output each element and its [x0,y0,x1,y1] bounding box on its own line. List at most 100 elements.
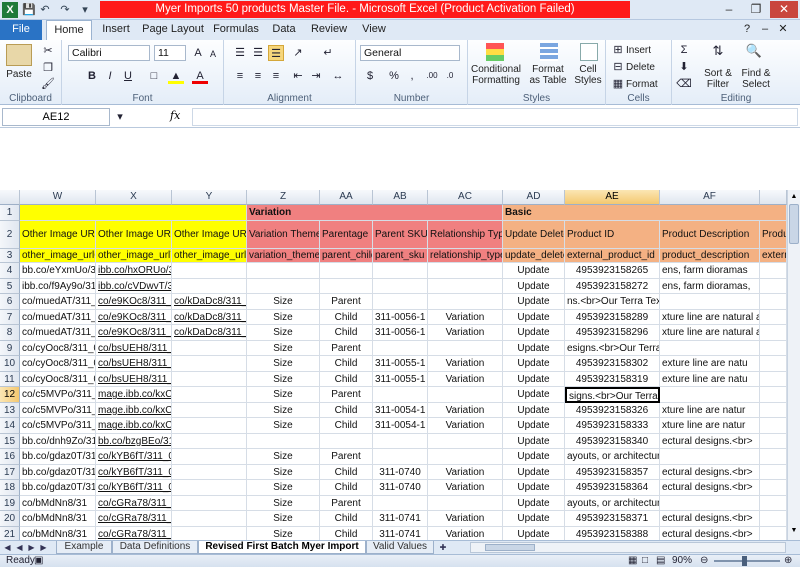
align-bottom-icon[interactable]: ☰ [268,45,284,61]
format-table-button[interactable]: Format as Table [526,64,570,86]
data-cell-ae[interactable]: 4953923158326 [565,402,660,418]
fill-color-icon[interactable]: ▲ [168,68,184,84]
data-cell-y[interactable] [172,511,247,527]
data-cell-x[interactable]: mage.ibb.co/kxCCWd/1.jpg [96,402,172,418]
data-cell-y[interactable] [172,464,247,480]
data-cell-y[interactable] [172,418,247,434]
data-cell-af[interactable] [660,387,760,403]
data-cell-ae[interactable]: ayouts, or architectural designs.<br>Our… [565,449,660,465]
row-header[interactable]: 9 [0,340,20,356]
name-box-dropdown-icon[interactable]: ▾ [112,109,128,125]
data-cell-z[interactable]: Size [247,340,320,356]
data-cell-af[interactable]: xture line are natur [660,402,760,418]
field-label-cell[interactable]: Update Delete [503,221,565,249]
row-header[interactable]: 19 [0,495,20,511]
row-header[interactable]: 1 [0,205,20,221]
data-cell-x[interactable]: ibb.co/cVDwvT/311_0820_07.jpg [96,278,172,294]
data-cell-ac[interactable] [428,433,503,449]
data-cell-af[interactable]: ens, farm dioramas [660,263,760,279]
data-cell-ad[interactable]: Update [503,511,565,527]
tab-home[interactable]: Home [46,20,92,40]
data-cell-ab[interactable]: 311-0055-1 [373,371,428,387]
data-cell-ae[interactable]: 4953923158319 [565,371,660,387]
data-cell-ae[interactable]: 4953923158265 [565,263,660,279]
data-cell-ab[interactable] [373,387,428,403]
data-cell-ag[interactable] [760,433,787,449]
column-header[interactable]: AF [660,190,760,205]
data-cell-x[interactable]: co/e9KOc8/311_0 [96,325,172,341]
clear-icon[interactable]: ⌫ [676,76,692,92]
first-sheet-icon[interactable]: ◀ [2,541,13,554]
field-name-cell[interactable]: other_image_url7 [96,249,172,263]
tab-insert[interactable]: Insert [96,20,136,40]
column-header[interactable]: AC [428,190,503,205]
format-cells-button[interactable]: Format [626,79,670,90]
data-cell-ad[interactable]: Update [503,325,565,341]
sheet-tab-revised-batch[interactable]: Revised First Batch Myer Import [198,541,366,554]
data-cell-z[interactable]: Size [247,325,320,341]
data-cell-ad[interactable]: Update [503,464,565,480]
data-cell-ab[interactable]: 311-0741 [373,511,428,527]
field-label-cell[interactable]: Product ID [760,221,787,249]
data-cell-ag[interactable] [760,402,787,418]
data-cell-ad[interactable]: Update [503,309,565,325]
column-header[interactable]: AE [565,190,660,205]
align-center-icon[interactable]: ≡ [250,68,266,84]
data-cell-ag[interactable] [760,340,787,356]
data-cell-w[interactable]: co/c5MVPo/311_0 [20,418,96,434]
insert-sheet-icon[interactable]: ✚ [436,541,450,554]
data-cell-x[interactable]: co/bsUEH8/311_0055_2018_08.jpg [96,340,172,356]
wrap-text-icon[interactable]: ↵ [320,45,336,61]
page-layout-view-icon[interactable]: □ [642,555,648,567]
horizontal-scrollbar[interactable] [470,542,786,553]
row-header[interactable]: 15 [0,433,20,449]
data-cell-x[interactable]: co/cGRa78/311_0741x_05.jpg [96,495,172,511]
tab-review[interactable]: Review [306,20,352,40]
basic-section-cell[interactable]: Basic [503,205,787,221]
last-sheet-icon[interactable]: ▶ [38,541,49,554]
data-cell-ad[interactable]: Update [503,418,565,434]
data-cell-af[interactable] [660,449,760,465]
data-cell-ab[interactable]: 311-0054-1 [373,418,428,434]
h-scroll-thumb[interactable] [485,544,535,551]
row-header[interactable]: 18 [0,480,20,496]
data-cell-w[interactable]: co/cyOoc8/311_0 [20,356,96,372]
zoom-out-icon[interactable]: ⊖ [700,555,708,567]
shrink-font-icon[interactable]: A [205,46,221,62]
field-label-cell[interactable]: Product Description [660,221,760,249]
conditional-formatting-button[interactable]: Conditional Formatting [470,64,522,86]
data-cell-ae[interactable]: 4953923158364 [565,480,660,496]
insert-function-button[interactable]: fx [170,109,180,122]
field-name-cell[interactable]: other_image_url8 [172,249,247,263]
data-cell-w[interactable]: co/bMdNn8/31 [20,511,96,527]
row-header[interactable]: 6 [0,294,20,310]
copy-icon[interactable]: ❐ [40,60,56,76]
data-cell-ac[interactable]: Variation [428,464,503,480]
data-cell-ac[interactable]: Variation [428,356,503,372]
data-cell-z[interactable] [247,263,320,279]
data-cell-ae[interactable]: 4953923158333 [565,418,660,434]
data-cell-ab[interactable]: 311-0054-1 [373,402,428,418]
align-right-icon[interactable]: ≡ [268,68,284,84]
field-name-cell[interactable]: parent_sku [373,249,428,263]
data-cell-af[interactable]: ectural designs.<br> [660,480,760,496]
data-cell-w[interactable]: bb.co/dnh9Zo/31 [20,433,96,449]
percent-button[interactable]: % [386,68,402,84]
sort-filter-icon[interactable]: ⇅ [708,43,728,63]
formula-input[interactable] [192,108,798,126]
data-cell-aa[interactable]: Parent [320,340,373,356]
underline-button[interactable]: U [120,68,136,84]
data-cell-af[interactable] [660,294,760,310]
data-cell-ab[interactable] [373,449,428,465]
insert-cells-icon[interactable]: ⊞ [610,42,626,58]
data-cell-z[interactable]: Size [247,294,320,310]
data-cell-x[interactable]: co/bsUEH8/311_0055_2018_08.jpg [96,371,172,387]
data-cell-ac[interactable] [428,294,503,310]
data-cell-ad[interactable]: Update [503,340,565,356]
data-cell-ab[interactable]: 311-0740 [373,480,428,496]
field-label-cell[interactable]: Relationship Type [428,221,503,249]
data-cell-aa[interactable]: Parent [320,495,373,511]
data-cell-aa[interactable]: Parent [320,387,373,403]
data-cell-ab[interactable] [373,294,428,310]
column-header[interactable]: AB [373,190,428,205]
